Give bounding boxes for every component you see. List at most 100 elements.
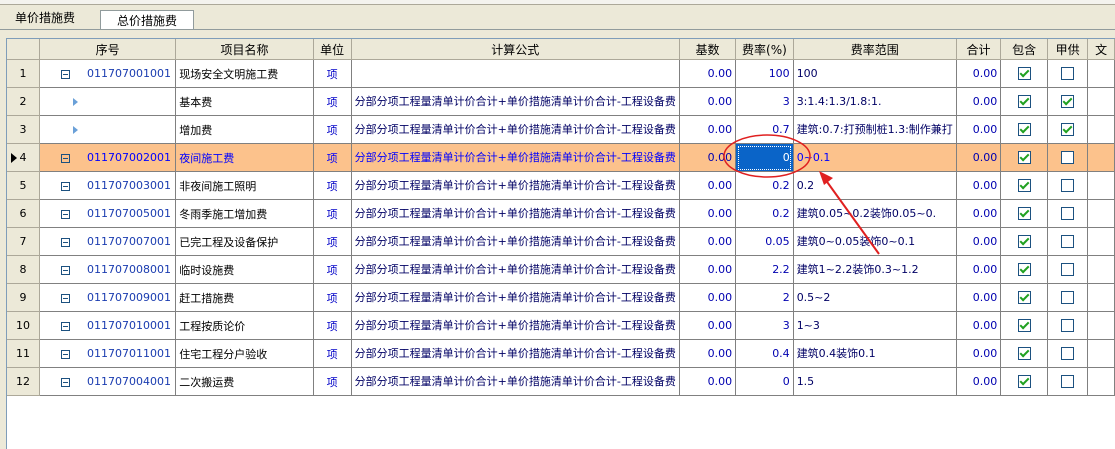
owner-supply-cell[interactable] (1047, 143, 1089, 172)
item-formula[interactable]: 分部分项工程量清单计价合计+单价措施清单计价合计-工程设备费 (351, 311, 680, 340)
item-total[interactable]: 0.00 (956, 115, 1002, 144)
header-base[interactable]: 基数 (679, 39, 737, 60)
item-rate[interactable]: 0.7 (735, 115, 794, 144)
row-indicator[interactable]: 11 (7, 339, 41, 368)
item-rate[interactable]: 2.2 (735, 255, 794, 284)
item-unit[interactable]: 项 (313, 87, 352, 116)
item-base[interactable]: 0.00 (679, 87, 737, 116)
header-total[interactable]: 合计 (956, 39, 1002, 60)
item-base[interactable]: 0.00 (679, 171, 737, 200)
row-indicator[interactable]: 9 (7, 283, 41, 312)
item-base[interactable]: 0.00 (679, 311, 737, 340)
seq-cell[interactable]: 011707011001 (39, 339, 177, 368)
owner-supply-cell[interactable] (1047, 283, 1089, 312)
table-row[interactable]: 8 011707008001 临时设施费项分部分项工程量清单计价合计+单价措施清单计… (7, 255, 1115, 284)
table-row[interactable]: 11 011707011001 住宅工程分户验收项分部分项工程量清单计价合计+单价措… (7, 339, 1115, 368)
table-row[interactable]: 9 011707009001 赶工措施费项分部分项工程量清单计价合计+单价措施清单计… (7, 283, 1115, 312)
header-range[interactable]: 费率范围 (793, 39, 957, 60)
text-cell[interactable] (1087, 115, 1115, 144)
header-formula[interactable]: 计算公式 (351, 39, 680, 60)
table-row[interactable]: 6 011707005001 冬雨季施工增加费项分部分项工程量清单计价合计+单价措施… (7, 199, 1115, 228)
include-cell[interactable] (1000, 255, 1049, 284)
tab-total-price-measures[interactable]: 总价措施费 (100, 10, 194, 30)
item-name[interactable]: 住宅工程分户验收 (175, 339, 314, 368)
item-name[interactable]: 已完工程及设备保护 (175, 227, 314, 256)
item-formula[interactable]: 分部分项工程量清单计价合计+单价措施清单计价合计-工程设备费 (351, 339, 680, 368)
text-cell[interactable] (1087, 227, 1115, 256)
item-formula[interactable]: 分部分项工程量清单计价合计+单价措施清单计价合计-工程设备费 (351, 367, 680, 396)
owner-supply-checkbox[interactable] (1061, 375, 1075, 389)
tree-collapse-icon[interactable] (61, 265, 71, 275)
include-cell[interactable] (1000, 143, 1049, 172)
item-rate[interactable]: 2 (735, 283, 794, 312)
item-rate[interactable]: 3 (735, 311, 794, 340)
item-name[interactable]: 二次搬运费 (175, 367, 314, 396)
row-indicator[interactable]: 6 (7, 199, 41, 228)
owner-supply-checkbox[interactable] (1061, 67, 1075, 81)
include-checkbox[interactable] (1017, 207, 1031, 221)
owner-supply-cell[interactable] (1047, 199, 1089, 228)
item-base[interactable]: 0.00 (679, 339, 737, 368)
row-indicator[interactable]: 7 (7, 227, 41, 256)
item-name[interactable]: 现场安全文明施工费 (175, 59, 314, 88)
text-cell[interactable] (1087, 87, 1115, 116)
item-formula[interactable]: 分部分项工程量清单计价合计+单价措施清单计价合计-工程设备费 (351, 199, 680, 228)
include-cell[interactable] (1000, 367, 1049, 396)
owner-supply-cell[interactable] (1047, 311, 1089, 340)
text-cell[interactable] (1087, 283, 1115, 312)
owner-supply-checkbox[interactable] (1061, 123, 1075, 137)
item-formula[interactable]: 分部分项工程量清单计价合计+单价措施清单计价合计-工程设备费 (351, 255, 680, 284)
item-total[interactable]: 0.00 (956, 283, 1002, 312)
item-unit[interactable]: 项 (313, 115, 352, 144)
seq-cell[interactable]: 011707004001 (39, 367, 177, 396)
owner-supply-checkbox[interactable] (1061, 291, 1075, 305)
item-formula[interactable]: 分部分项工程量清单计价合计+单价措施清单计价合计-工程设备费 (351, 115, 680, 144)
text-cell[interactable] (1087, 367, 1115, 396)
owner-supply-checkbox[interactable] (1061, 319, 1075, 333)
item-unit[interactable]: 项 (313, 255, 352, 284)
table-row[interactable]: 3 增加费项分部分项工程量清单计价合计+单价措施清单计价合计-工程设备费 0.00 0… (7, 115, 1115, 144)
item-rate-range[interactable]: 建筑0.05~0.2装饰0.05~0. (793, 199, 957, 228)
include-cell[interactable] (1000, 283, 1049, 312)
item-rate[interactable]: 100 (735, 59, 794, 88)
include-cell[interactable] (1000, 87, 1049, 116)
item-total[interactable]: 0.00 (956, 367, 1002, 396)
table-row[interactable]: 5 011707003001 非夜间施工照明项分部分项工程量清单计价合计+单价措施清… (7, 171, 1115, 200)
item-rate[interactable]: 0.2 (735, 199, 794, 228)
include-cell[interactable] (1000, 59, 1049, 88)
item-base[interactable]: 0.00 (679, 227, 737, 256)
table-row[interactable]: 4 011707002001 夜间施工费项分部分项工程量清单计价合计+单价措施清单计… (7, 143, 1115, 172)
item-name[interactable]: 临时设施费 (175, 255, 314, 284)
include-checkbox[interactable] (1017, 179, 1031, 193)
table-row[interactable]: 7 011707007001 已完工程及设备保护项分部分项工程量清单计价合计+单价措… (7, 227, 1115, 256)
seq-cell[interactable]: 011707003001 (39, 171, 177, 200)
include-cell[interactable] (1000, 171, 1049, 200)
item-rate-range[interactable]: 1~3 (793, 311, 957, 340)
item-name[interactable]: 夜间施工费 (175, 143, 314, 172)
include-cell[interactable] (1000, 199, 1049, 228)
item-rate-range[interactable]: 0~0.1 (793, 143, 957, 172)
item-rate[interactable]: 0.4 (735, 339, 794, 368)
include-checkbox[interactable] (1017, 263, 1031, 277)
seq-cell[interactable] (39, 115, 177, 144)
include-checkbox[interactable] (1017, 151, 1031, 165)
item-total[interactable]: 0.00 (956, 227, 1002, 256)
include-checkbox[interactable] (1017, 67, 1031, 81)
text-cell[interactable] (1087, 59, 1115, 88)
item-total[interactable]: 0.00 (956, 87, 1002, 116)
owner-supply-checkbox[interactable] (1061, 263, 1075, 277)
owner-supply-checkbox[interactable] (1061, 151, 1075, 165)
header-include[interactable]: 包含 (1000, 39, 1049, 60)
header-text[interactable]: 文 (1087, 39, 1115, 60)
item-formula[interactable] (351, 59, 680, 88)
item-base[interactable]: 0.00 (679, 59, 737, 88)
include-checkbox[interactable] (1017, 95, 1031, 109)
include-cell[interactable] (1000, 339, 1049, 368)
header-rate[interactable]: 费率(%) (735, 39, 794, 60)
seq-cell[interactable]: 011707010001 (39, 311, 177, 340)
include-cell[interactable] (1000, 115, 1049, 144)
item-formula[interactable]: 分部分项工程量清单计价合计+单价措施清单计价合计-工程设备费 (351, 87, 680, 116)
owner-supply-checkbox[interactable] (1061, 347, 1075, 361)
item-rate-range[interactable]: 0.5~2 (793, 283, 957, 312)
text-cell[interactable] (1087, 255, 1115, 284)
